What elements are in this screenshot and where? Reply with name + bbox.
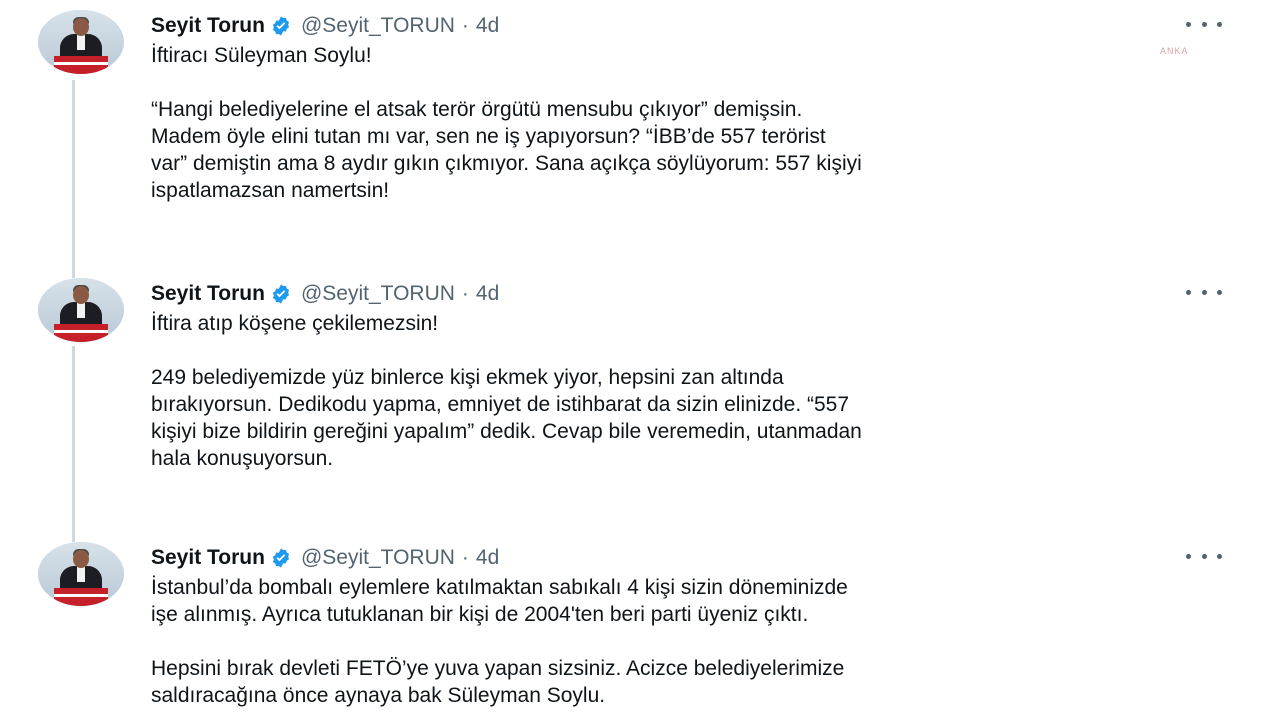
- tweet-paragraph: İftiracı Süleyman Soylu!: [151, 44, 372, 67]
- author-handle[interactable]: @Seyit_TORUN: [301, 282, 455, 306]
- author-name[interactable]: Seyit Torun: [151, 546, 265, 570]
- author-name[interactable]: Seyit Torun: [151, 282, 265, 306]
- separator-dot: ·: [461, 282, 469, 305]
- avatar[interactable]: [38, 278, 124, 342]
- timestamp[interactable]: 4d: [476, 282, 499, 306]
- tweet-text: İftiracı Süleyman Soylu! “Hangi belediye…: [151, 42, 1231, 204]
- author-name[interactable]: Seyit Torun: [151, 14, 265, 38]
- tweet-paragraph: İstanbul’da bombalı eylemlere katılmakta…: [151, 576, 848, 626]
- thread-connector-line: [72, 80, 75, 278]
- thread-connector-line: [72, 346, 75, 542]
- timestamp[interactable]: 4d: [476, 14, 499, 38]
- separator-dot: ·: [461, 14, 469, 37]
- tweet-text: İftira atıp köşene çekilemezsin! 249 bel…: [151, 310, 1231, 472]
- separator-dot: ·: [461, 546, 469, 569]
- author-handle[interactable]: @Seyit_TORUN: [301, 14, 455, 38]
- more-options-icon[interactable]: [1186, 22, 1222, 30]
- tweet-header: Seyit Torun @Seyit_TORUN · 4d: [151, 12, 499, 40]
- verified-badge-icon: [272, 284, 290, 304]
- author-handle[interactable]: @Seyit_TORUN: [301, 546, 455, 570]
- tweet-header: Seyit Torun @Seyit_TORUN · 4d: [151, 544, 499, 572]
- more-options-icon[interactable]: [1186, 554, 1222, 562]
- tweet-header: Seyit Torun @Seyit_TORUN · 4d: [151, 280, 499, 308]
- verified-badge-icon: [272, 16, 290, 36]
- verified-badge-icon: [272, 548, 290, 568]
- more-options-icon[interactable]: [1186, 290, 1222, 298]
- timestamp[interactable]: 4d: [476, 546, 499, 570]
- tweet-paragraph: Hepsini bırak devleti FETÖ’ye yuva yapan…: [151, 657, 845, 707]
- tweet-paragraph: “Hangi belediyelerine el atsak terör örg…: [151, 98, 862, 202]
- avatar[interactable]: [38, 542, 124, 606]
- avatar[interactable]: [38, 10, 124, 74]
- tweet-text: İstanbul’da bombalı eylemlere katılmakta…: [151, 574, 1231, 709]
- tweet-paragraph: İftira atıp köşene çekilemezsin!: [151, 312, 439, 335]
- tweet-paragraph: 249 belediyemizde yüz binlerce kişi ekme…: [151, 366, 862, 470]
